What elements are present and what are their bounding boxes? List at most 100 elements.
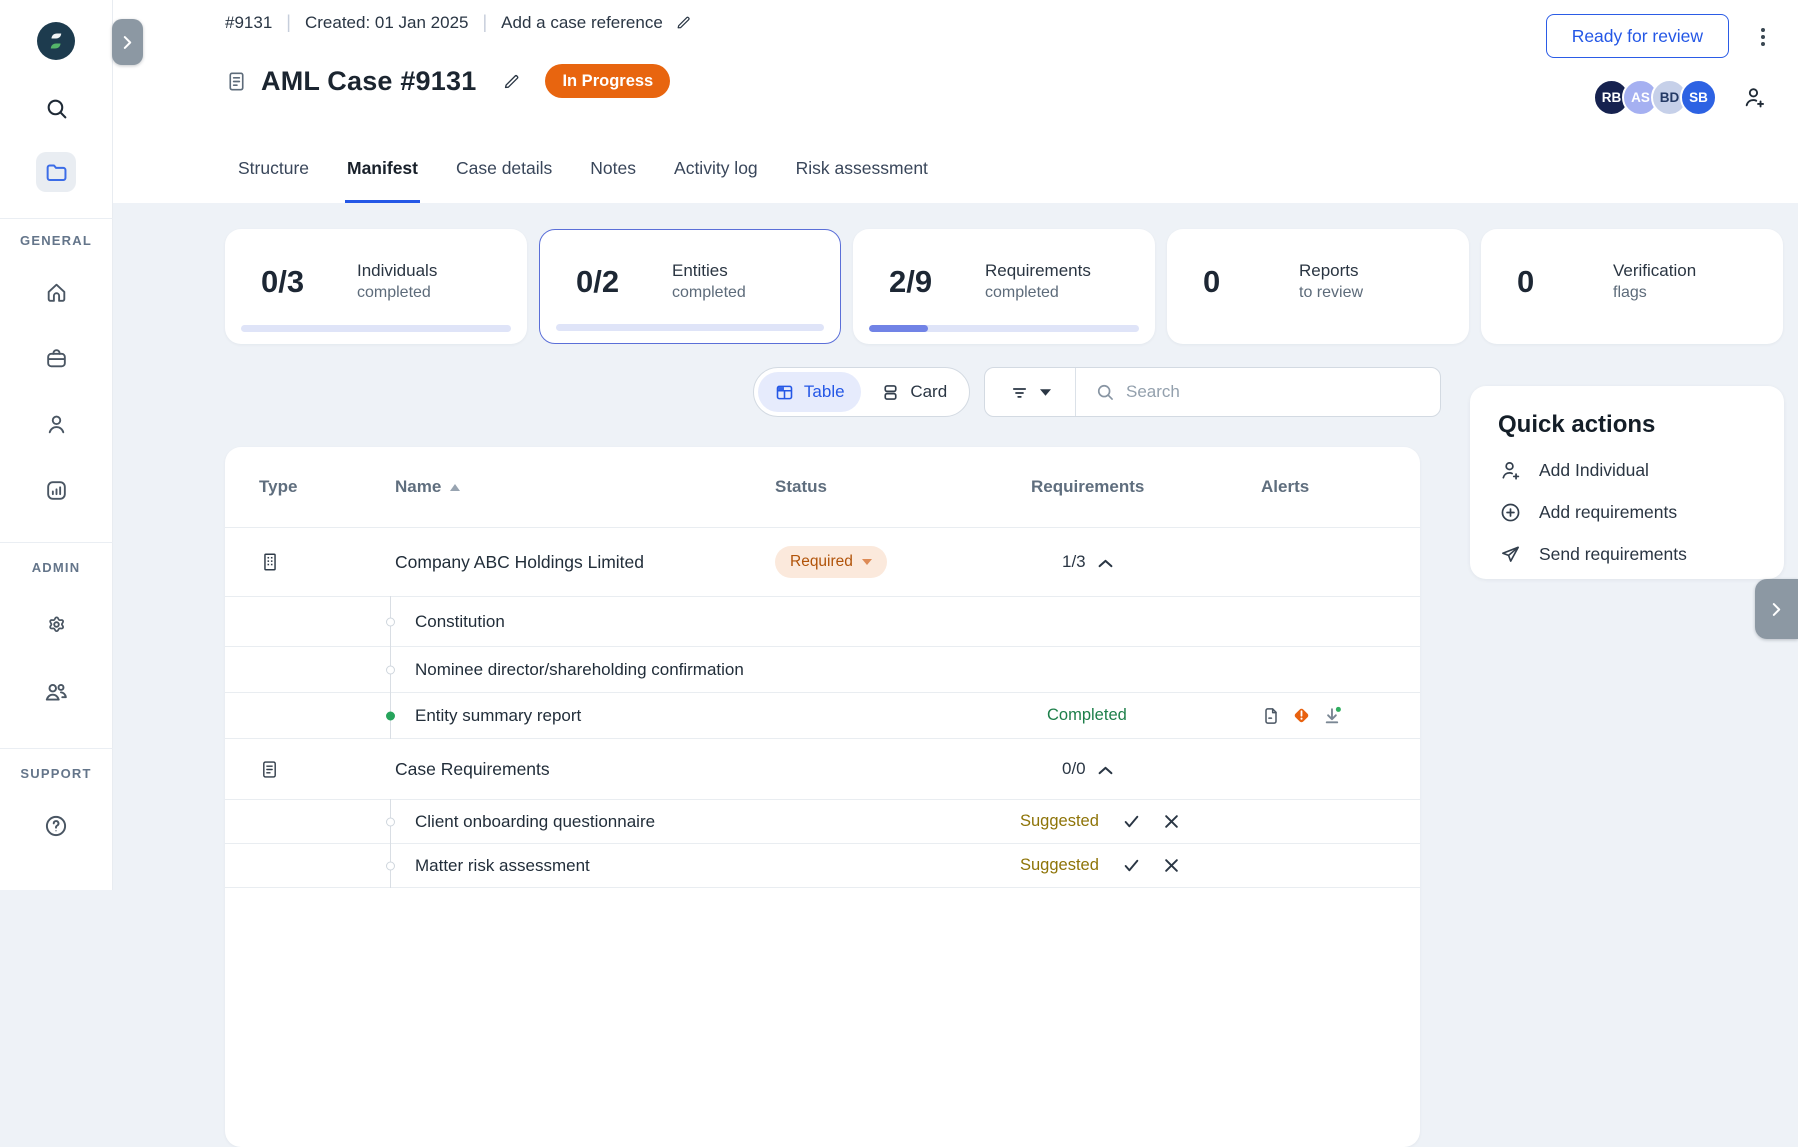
dismiss-suggestion-button[interactable] <box>1164 814 1179 829</box>
view-toggle-card[interactable]: Card <box>863 372 966 412</box>
avatar[interactable]: SB <box>1680 79 1717 116</box>
requirement-name: Matter risk assessment <box>415 855 590 875</box>
stat-value: 0/3 <box>261 263 305 299</box>
stat-sublabel: completed <box>357 284 431 301</box>
pending-bullet <box>386 817 395 826</box>
ready-for-review-button[interactable]: Ready for review <box>1545 14 1729 58</box>
sidebar-expand-handle[interactable] <box>112 19 143 65</box>
sidebar: GENERAL ADMIN SUPPORT <box>0 0 113 890</box>
stat-sublabel: flags <box>1613 284 1647 301</box>
sidebar-item-matters[interactable] <box>36 338 76 378</box>
stat-value: 0 <box>1517 263 1535 299</box>
accept-suggestion-button[interactable] <box>1123 813 1140 830</box>
tab-activity-log[interactable]: Activity log <box>672 158 760 203</box>
app-logo[interactable] <box>37 22 75 60</box>
check-icon <box>1124 859 1139 872</box>
add-case-reference[interactable]: Add a case reference <box>501 13 692 33</box>
caret-down-icon <box>861 559 872 565</box>
document-icon <box>229 72 244 90</box>
download-new-icon[interactable] <box>1322 705 1343 726</box>
search-icon <box>47 99 66 118</box>
requirement-name: Constitution <box>415 611 505 631</box>
column-header-name[interactable]: Name <box>385 477 775 497</box>
stat-label: Reports <box>1299 261 1359 280</box>
stat-label: Entities <box>672 261 728 280</box>
tab-notes[interactable]: Notes <box>588 158 638 203</box>
tab-structure[interactable]: Structure <box>236 158 311 203</box>
accept-suggestion-button[interactable] <box>1123 857 1140 874</box>
warning-icon[interactable] <box>1292 706 1311 725</box>
tab-manifest[interactable]: Manifest <box>345 158 420 203</box>
column-header-alerts: Alerts <box>1261 477 1310 496</box>
edit-title-button[interactable] <box>502 72 521 91</box>
stat-card-verification[interactable]: 0 Verification flags <box>1481 229 1783 344</box>
status-dropdown-required[interactable]: Required <box>775 546 887 578</box>
stat-label: Individuals <box>357 261 438 280</box>
sidebar-item-reports[interactable] <box>36 470 76 510</box>
search-box <box>1076 368 1440 416</box>
filter-button[interactable] <box>985 368 1076 416</box>
sidebar-item-help[interactable] <box>36 806 76 846</box>
column-header-requirements: Requirements <box>1031 477 1145 496</box>
chevron-up-icon <box>1098 766 1113 774</box>
manifest-table: Type Name Status Requirements Alerts Com… <box>225 447 1420 1147</box>
requirements-count: 1/3 <box>1062 552 1086 571</box>
sidebar-item-users[interactable] <box>36 672 76 712</box>
stat-value: 0/2 <box>576 263 620 299</box>
sidebar-item-cases[interactable] <box>36 152 76 192</box>
meta-separator: | <box>286 12 291 32</box>
stat-sublabel: completed <box>985 284 1059 301</box>
view-toggle-table[interactable]: Table <box>758 372 861 412</box>
requirement-name: Entity summary report <box>415 705 582 725</box>
requirement-name: Nominee director/shareholding confirmati… <box>415 659 744 679</box>
quick-actions-panel: Quick actions Add Individual Add require… <box>1470 386 1784 579</box>
requirement-status-completed: Completed <box>1047 706 1127 724</box>
sidebar-item-contacts[interactable] <box>36 404 76 444</box>
dismiss-suggestion-button[interactable] <box>1164 858 1179 873</box>
sort-asc-icon <box>450 483 461 491</box>
person-icon <box>48 415 64 433</box>
pencil-icon <box>677 16 690 29</box>
sidebar-section-general: GENERAL <box>20 233 92 248</box>
tab-risk-assessment[interactable]: Risk assessment <box>794 158 930 203</box>
requirements-count: 0/0 <box>1062 759 1086 778</box>
requirement-name: Client onboarding questionnaire <box>415 811 656 831</box>
case-number: #9131 <box>225 12 273 32</box>
collapse-row-button[interactable] <box>1098 559 1113 568</box>
stat-card-reports[interactable]: 0 Reports to review <box>1167 229 1469 344</box>
chart-icon <box>46 480 66 500</box>
stat-cards: 0/3 Individuals completed 0/2 Entities c… <box>225 229 1783 344</box>
quick-action-add-requirements[interactable]: Add requirements <box>1498 501 1756 524</box>
close-icon <box>1165 859 1178 872</box>
report-icon[interactable] <box>1261 706 1281 726</box>
view-toggle: Table Card <box>753 367 970 417</box>
sidebar-section-support: SUPPORT <box>20 766 92 781</box>
sidebar-search-button[interactable] <box>36 88 76 128</box>
stat-card-entities[interactable]: 0/2 Entities completed <box>539 229 841 344</box>
quick-action-add-individual[interactable]: Add Individual <box>1498 459 1756 482</box>
stat-label: Requirements <box>985 261 1091 280</box>
sidebar-divider <box>0 542 113 543</box>
sidebar-section-admin: ADMIN <box>31 560 81 575</box>
sidebar-item-settings[interactable] <box>36 604 76 644</box>
panel-collapse-handle[interactable] <box>1755 579 1798 639</box>
quick-action-send-requirements[interactable]: Send requirements <box>1498 543 1756 566</box>
add-assignee-button[interactable] <box>1742 85 1767 110</box>
requirement-status-suggested: Suggested <box>1020 812 1099 830</box>
stat-card-individuals[interactable]: 0/3 Individuals completed <box>225 229 527 344</box>
check-icon <box>1124 815 1139 828</box>
tab-case-details[interactable]: Case details <box>454 158 554 203</box>
stat-card-requirements[interactable]: 2/9 Requirements completed <box>853 229 1155 344</box>
case-tabs: Structure Manifest Case details Notes Ac… <box>236 158 930 203</box>
person-plus-icon <box>1745 88 1764 108</box>
title-row: AML Case #9131 In Progress <box>225 64 671 98</box>
building-icon <box>264 553 276 571</box>
sidebar-item-home[interactable] <box>36 272 76 312</box>
page-title: AML Case #9131 <box>261 65 477 96</box>
more-options-button[interactable] <box>1752 25 1774 49</box>
search-input[interactable] <box>1126 382 1440 402</box>
table-row-entity-group: Company ABC Holdings Limited Required 1/… <box>225 528 1420 597</box>
collapse-row-button[interactable] <box>1098 766 1113 775</box>
document-icon <box>263 760 276 778</box>
chevron-up-icon <box>1098 559 1113 567</box>
